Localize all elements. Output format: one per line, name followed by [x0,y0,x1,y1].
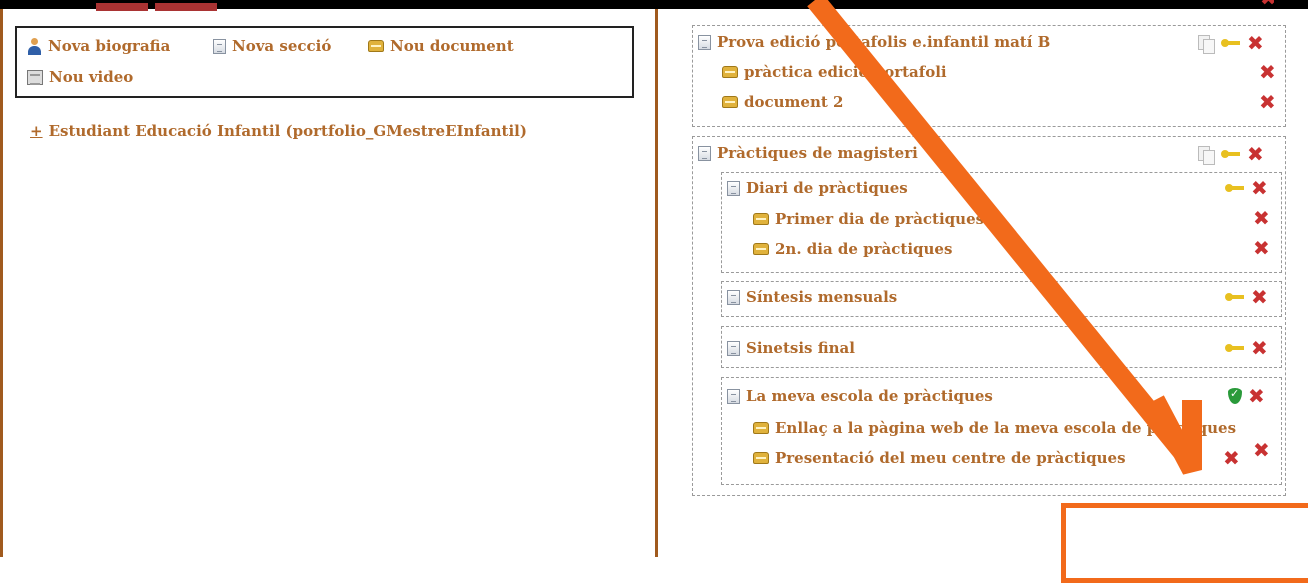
subsection-title: La meva escola de pràctiques [746,387,993,405]
expand-toggle[interactable]: + [30,122,43,140]
section-icon [727,340,740,356]
video-icon [27,69,43,85]
subsection-actions: ✖ [1225,287,1268,307]
section-icon [727,289,740,305]
key-icon[interactable] [1221,149,1241,159]
panel-divider [655,9,658,557]
annotation-highlight-box [1061,503,1308,583]
tab-indicator [96,3,148,11]
key-icon[interactable] [1225,183,1245,193]
new-biography-label: Nova biografia [48,37,171,55]
document-row[interactable]: document 2 [722,93,843,111]
delete-icon[interactable]: ✖ [1259,62,1276,82]
delete-icon[interactable]: ✖ [1253,238,1270,258]
student-portfolio-link[interactable]: + Estudiant Educació Infantil (portfolio… [30,122,527,140]
key-icon[interactable] [1225,343,1245,353]
section-actions: ✖ [1198,33,1264,54]
document-row[interactable]: 2n. dia de pràctiques [753,240,952,258]
document-icon [722,66,738,78]
document-icon [753,213,769,225]
delete-icon[interactable]: ✖ [1251,287,1268,307]
copy-icon[interactable] [1198,145,1215,165]
document-row[interactable]: Presentació del meu centre de pràctiques [753,449,1126,467]
clipped-row: ✖ [694,0,1274,9]
subsection-actions: ✖ [1225,338,1268,358]
section-title: Pràctiques de magisteri [717,144,918,162]
key-icon[interactable] [1225,292,1245,302]
document-icon [753,243,769,255]
document-row[interactable]: Primer dia de pràctiques [753,210,984,228]
delete-icon[interactable]: ✖ [1251,178,1268,198]
copy-icon[interactable] [1198,34,1215,54]
delete-icon[interactable]: ✖ [1251,338,1268,358]
subsection-title: Sinetsis final [746,339,855,357]
document-icon [753,422,769,434]
delete-icon[interactable]: ✖ [1247,33,1264,53]
document-icon [368,40,384,52]
delete-icon[interactable]: ✖ [1259,92,1276,112]
new-document-button[interactable]: Nou document [368,37,514,55]
section-icon [213,38,226,54]
document-title: Primer dia de pràctiques [775,210,985,228]
document-title: Enllaç a la pàgina web de la meva escola… [775,419,1237,437]
delete-icon[interactable]: ✖ [1223,448,1240,468]
document-title: pràctica edició portafoli [744,63,947,81]
subsection-row[interactable]: Sinetsis final [727,339,855,357]
delete-icon[interactable]: ✖ [1253,440,1270,460]
document-icon [753,452,769,464]
document-title: Presentació del meu centre de pràctiques [775,449,1126,467]
subsection-row[interactable]: La meva escola de pràctiques [727,387,993,405]
document-icon [722,96,738,108]
new-section-button[interactable]: Nova secció [213,37,331,55]
new-document-label: Nou document [390,37,514,55]
new-video-label: Nou video [49,68,134,86]
subsection-title: Síntesis mensuals [746,288,898,306]
section-icon [727,180,740,196]
subsection-title: Diari de pràctiques [746,179,908,197]
document-row[interactable]: pràctica edició portafoli [722,63,947,81]
new-item-toolbar: Nova biografia Nova secció Nou document … [15,26,634,98]
new-video-button[interactable]: Nou video [27,68,133,86]
subsection-row[interactable]: Síntesis mensuals [727,288,897,306]
section-title: Prova edició portafolis e.infantil matí … [717,33,1051,51]
document-title: document 2 [744,93,844,111]
subsection-actions: ✖ [1228,386,1265,406]
section-row[interactable]: Pràctiques de magisteri [698,144,918,162]
key-icon[interactable] [1221,38,1241,48]
section-actions: ✖ [1198,144,1264,165]
subsection-row[interactable]: Diari de pràctiques [727,179,908,197]
user-icon [27,37,42,55]
delete-icon[interactable]: ✖ [1248,386,1265,406]
shield-icon[interactable] [1228,387,1242,404]
section-icon [698,34,711,50]
delete-icon[interactable]: ✖ [1260,0,1274,8]
document-title: 2n. dia de pràctiques [775,240,953,258]
delete-icon[interactable]: ✖ [1253,208,1270,228]
new-section-label: Nova secció [232,37,332,55]
student-portfolio-label: Estudiant Educació Infantil (portfolio_G… [48,122,527,140]
document-row[interactable]: Enllaç a la pàgina web de la meva escola… [753,419,1236,437]
delete-icon[interactable]: ✖ [1247,144,1264,164]
tab-indicator [155,3,217,11]
left-panel-border [0,9,3,557]
subsection-actions: ✖ [1225,178,1268,198]
section-row[interactable]: Prova edició portafolis e.infantil matí … [698,33,1050,51]
new-biography-button[interactable]: Nova biografia [27,37,170,55]
section-icon [727,388,740,404]
section-icon [698,145,711,161]
